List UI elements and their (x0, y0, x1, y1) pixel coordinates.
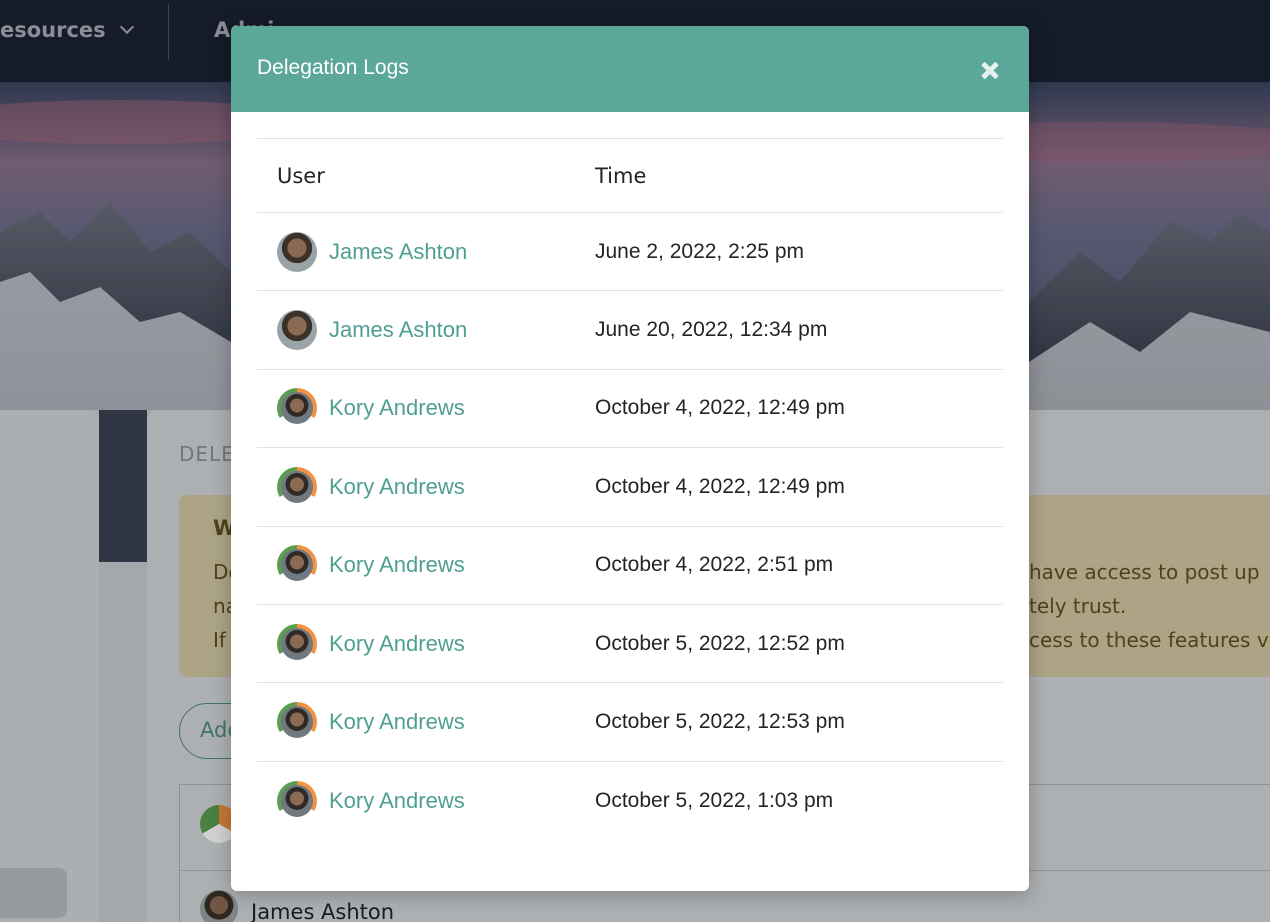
user-cell: Kory Andrews (257, 447, 575, 527)
time-cell: October 4, 2022, 12:49 pm (575, 368, 1003, 448)
user-cell: James Ashton (257, 290, 575, 370)
table-row: Kory Andrews October 5, 2022, 12:53 pm (257, 682, 1003, 762)
avatar (277, 545, 317, 586)
user-cell-content: Kory Andrews (277, 466, 575, 507)
avatar (277, 623, 317, 664)
user-profile-link[interactable]: James Ashton (329, 239, 467, 265)
modal-header: Delegation Logs (231, 26, 1029, 112)
time-cell: October 5, 2022, 1:03 pm (575, 760, 1003, 840)
avatar (277, 702, 317, 743)
user-cell: Kory Andrews (257, 760, 575, 840)
user-profile-link[interactable]: Kory Andrews (329, 709, 465, 735)
user-profile-link[interactable]: Kory Andrews (329, 474, 465, 500)
avatar-photo (281, 627, 313, 660)
user-profile-link[interactable]: James Ashton (329, 317, 467, 343)
avatar (277, 466, 317, 507)
user-cell-content: Kory Andrews (277, 780, 575, 821)
table-body: James Ashton June 2, 2022, 2:25 pm James A… (257, 211, 1003, 840)
time-cell: October 5, 2022, 12:53 pm (575, 682, 1003, 762)
user-profile-link[interactable]: Kory Andrews (329, 631, 465, 657)
user-cell: Kory Andrews (257, 368, 575, 448)
user-cell: Kory Andrews (257, 682, 575, 762)
avatar (277, 310, 317, 351)
time-cell: October 5, 2022, 12:52 pm (575, 603, 1003, 683)
time-cell: October 4, 2022, 12:49 pm (575, 447, 1003, 527)
delegation-logs-modal: Delegation Logs User Time James Ashton Ju… (231, 26, 1029, 891)
user-profile-link[interactable]: Kory Andrews (329, 788, 465, 814)
table-header-row: User Time (257, 138, 1003, 213)
user-cell: Kory Andrews (257, 603, 575, 683)
avatar-photo (281, 706, 313, 739)
modal-title: Delegation Logs (257, 56, 409, 79)
time-cell: June 20, 2022, 12:34 pm (575, 290, 1003, 370)
user-cell-content: Kory Andrews (277, 623, 575, 664)
table-row: Kory Andrews October 4, 2022, 12:49 pm (257, 368, 1003, 448)
avatar (277, 388, 317, 429)
column-header-time: Time (575, 138, 1003, 213)
close-icon[interactable] (975, 56, 1005, 86)
table-row: Kory Andrews October 4, 2022, 2:51 pm (257, 525, 1003, 605)
table-row: Kory Andrews October 5, 2022, 12:52 pm (257, 603, 1003, 683)
user-profile-link[interactable]: Kory Andrews (329, 395, 465, 421)
user-profile-link[interactable]: Kory Andrews (329, 552, 465, 578)
avatar (277, 231, 317, 272)
avatar-photo (281, 549, 313, 582)
column-header-user: User (257, 138, 575, 213)
avatar-photo (281, 392, 313, 425)
delegation-logs-table: User Time James Ashton June 2, 2022, 2:25… (257, 138, 1003, 840)
user-cell: Kory Andrews (257, 525, 575, 605)
user-cell-content: James Ashton (277, 231, 575, 272)
time-cell: June 2, 2022, 2:25 pm (575, 211, 1003, 291)
table-row: Kory Andrews October 5, 2022, 1:03 pm (257, 760, 1003, 840)
user-cell-content: Kory Andrews (277, 388, 575, 429)
user-cell-content: James Ashton (277, 310, 575, 351)
user-cell-content: Kory Andrews (277, 702, 575, 743)
user-cell-content: Kory Andrews (277, 545, 575, 586)
user-cell: James Ashton (257, 211, 575, 291)
avatar-photo (281, 784, 313, 817)
avatar (277, 780, 317, 821)
table-row: James Ashton June 2, 2022, 2:25 pm (257, 211, 1003, 291)
table-row: James Ashton June 20, 2022, 12:34 pm (257, 290, 1003, 370)
table-row: Kory Andrews October 4, 2022, 12:49 pm (257, 447, 1003, 527)
time-cell: October 4, 2022, 2:51 pm (575, 525, 1003, 605)
avatar-photo (281, 470, 313, 503)
